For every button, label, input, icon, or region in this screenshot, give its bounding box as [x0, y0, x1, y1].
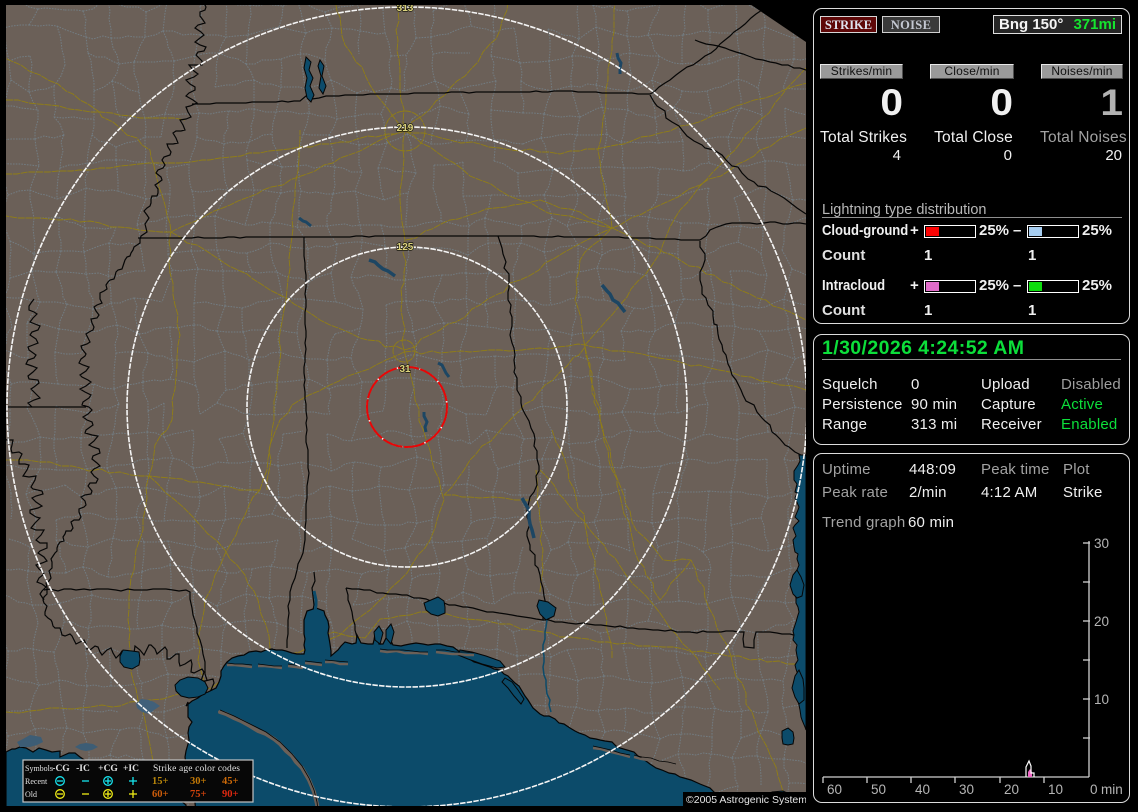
svg-text:45+: 45+ — [222, 776, 239, 787]
svg-text:Recent: Recent — [25, 777, 48, 786]
svg-text:10: 10 — [1048, 782, 1063, 797]
svg-text:30+: 30+ — [190, 776, 207, 787]
svg-text:15+: 15+ — [152, 776, 169, 787]
svg-text:20: 20 — [1094, 614, 1109, 629]
svg-text:Strike age color codes: Strike age color codes — [153, 764, 240, 774]
svg-text:30: 30 — [959, 782, 974, 797]
svg-text:0: 0 — [1090, 782, 1098, 797]
svg-text:min: min — [1101, 782, 1123, 797]
svg-text:-IC: -IC — [76, 764, 90, 774]
svg-text:219: 219 — [397, 123, 414, 134]
svg-text:313: 313 — [397, 3, 414, 14]
svg-text:125: 125 — [397, 242, 414, 253]
svg-text:30: 30 — [1094, 536, 1109, 551]
svg-text:50: 50 — [871, 782, 886, 797]
svg-text:+CG: +CG — [98, 764, 118, 774]
svg-text:10: 10 — [1094, 692, 1109, 707]
svg-text:Old: Old — [25, 790, 37, 799]
svg-text:31: 31 — [399, 364, 411, 375]
svg-text:+IC: +IC — [123, 764, 139, 774]
svg-text:90+: 90+ — [222, 789, 239, 800]
svg-text:©2005 Astrogenic Systems: ©2005 Astrogenic Systems — [686, 794, 806, 806]
svg-text:40: 40 — [915, 782, 930, 797]
svg-text:Symbols: Symbols — [25, 764, 53, 773]
svg-text:20: 20 — [1004, 782, 1019, 797]
svg-text:60+: 60+ — [152, 789, 169, 800]
svg-text:75+: 75+ — [190, 789, 207, 800]
svg-text:-CG: -CG — [52, 764, 70, 774]
svg-text:60: 60 — [827, 782, 842, 797]
